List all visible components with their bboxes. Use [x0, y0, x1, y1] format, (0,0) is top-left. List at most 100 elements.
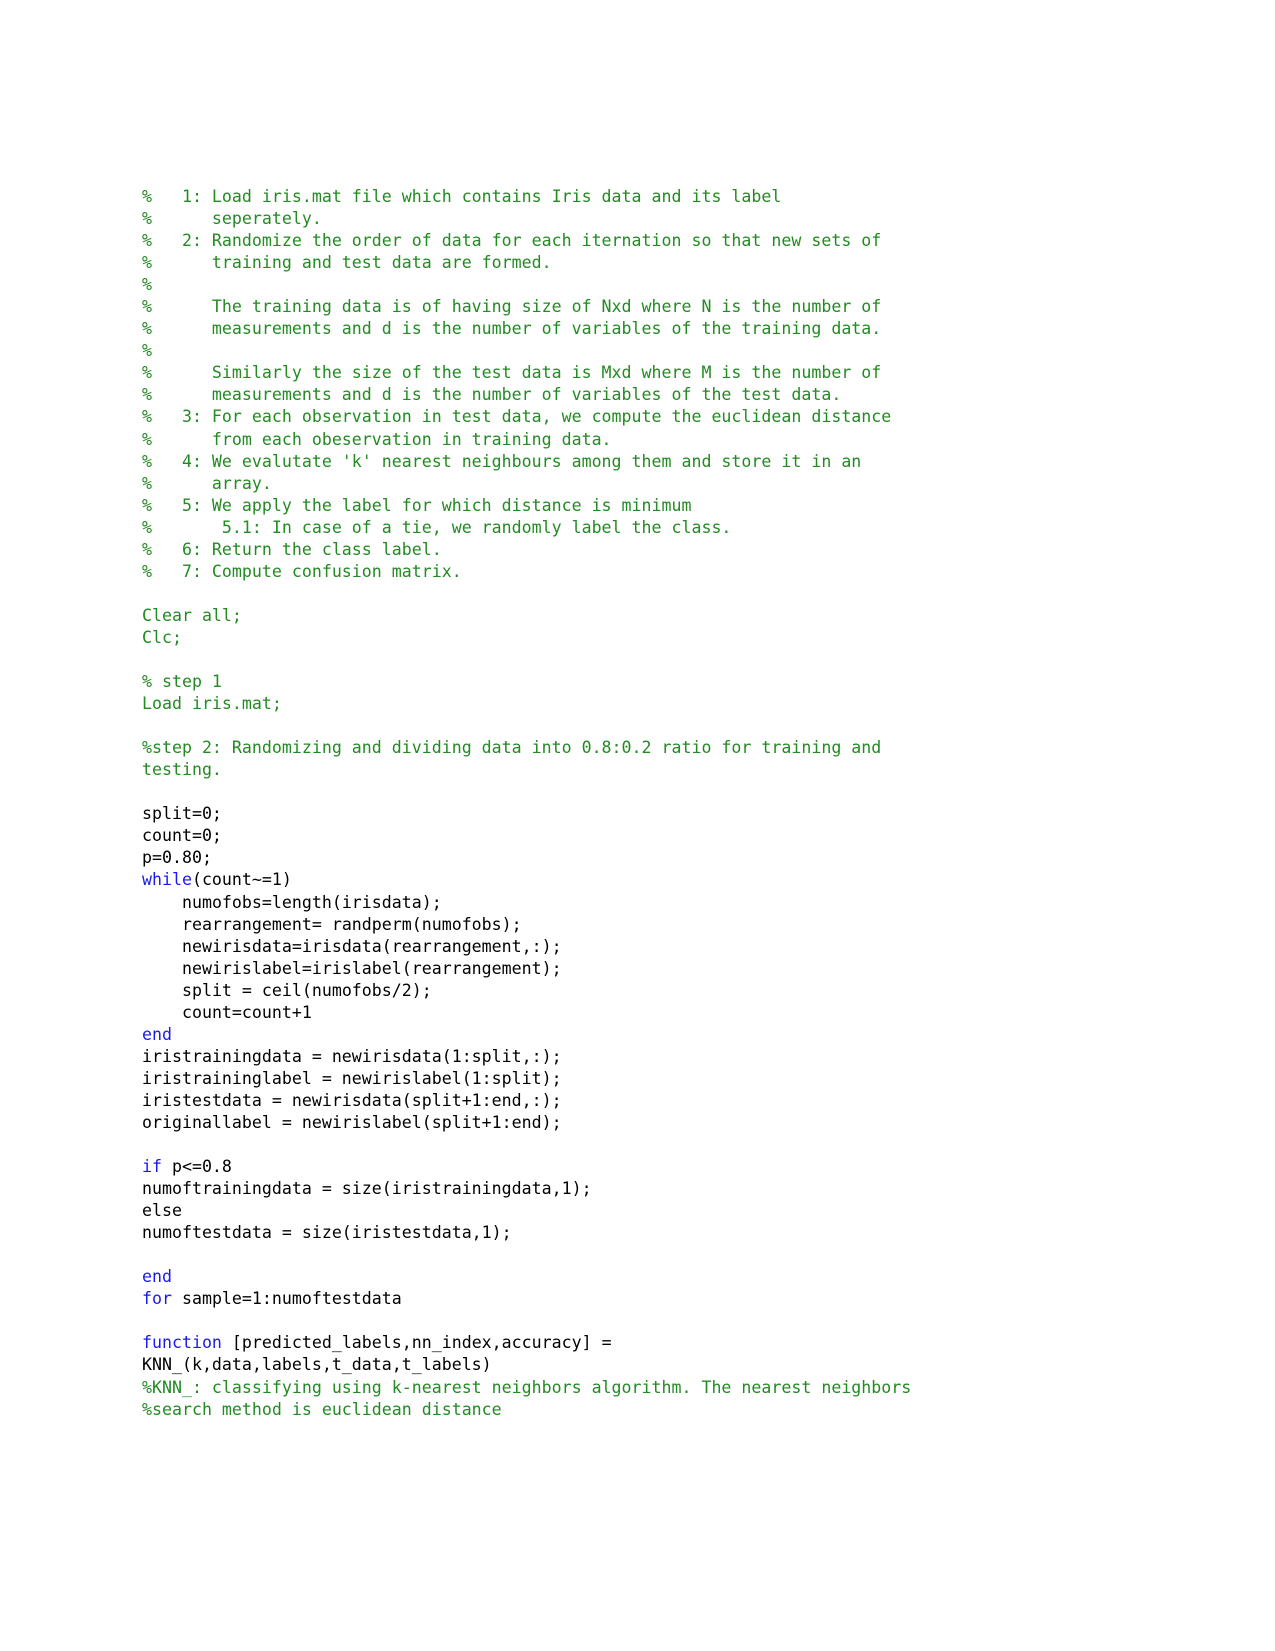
code-line-keyword: end: [142, 1266, 1142, 1288]
comment-text: %search method is euclidean distance: [142, 1399, 502, 1419]
code-text: numofobs=length(irisdata);: [142, 892, 442, 912]
code-line-statement: newirislabel=irislabel(rearrangement);: [142, 958, 1142, 980]
code-line-comment: % measurements and d is the number of va…: [142, 318, 1142, 340]
code-line-statement: else: [142, 1200, 1142, 1222]
code-text: numoftestdata = size(iristestdata,1);: [142, 1223, 512, 1243]
comment-text: % training and test data are formed.: [142, 253, 552, 273]
comment-text: % 4: We evalutate 'k' nearest neighbours…: [142, 451, 862, 471]
comment-text: testing.: [142, 760, 222, 780]
code-line-comment: % 2: Randomize the order of data for eac…: [142, 230, 1142, 252]
comment-text: % 7: Compute confusion matrix.: [142, 561, 462, 581]
code-line-comment: % from each obeservation in training dat…: [142, 429, 1142, 451]
code-text: iristestdata = newirisdata(split+1:end,:…: [142, 1090, 562, 1110]
code-line-comment: Clear all;: [142, 605, 1142, 627]
comment-text: % array.: [142, 473, 272, 493]
code-line-statement: rearrangement= randperm(numofobs);: [142, 914, 1142, 936]
code-line-keyword: if p<=0.8: [142, 1156, 1142, 1178]
code-line-comment: % 1: Load iris.mat file which contains I…: [142, 186, 1142, 208]
keyword-token: while: [142, 870, 192, 890]
comment-text: Clear all;: [142, 605, 242, 625]
comment-text: % measurements and d is the number of va…: [142, 385, 842, 405]
comment-text: % step 1: [142, 672, 222, 692]
code-text: p<=0.8: [161, 1157, 232, 1177]
code-line-keyword: while(count~=1): [142, 869, 1142, 891]
code-line-comment: Clc;: [142, 627, 1142, 649]
code-line-comment: Load iris.mat;: [142, 693, 1142, 715]
code-line-comment: %: [142, 340, 1142, 362]
code-line-statement: p=0.80;: [142, 847, 1142, 869]
comment-text: % Similarly the size of the test data is…: [142, 363, 882, 383]
code-line-comment: % 6: Return the class label.: [142, 539, 1142, 561]
comment-text: Load iris.mat;: [142, 694, 282, 714]
code-line-comment: % The training data is of having size of…: [142, 296, 1142, 318]
code-line-statement: iristrainingdata = newirisdata(1:split,:…: [142, 1046, 1142, 1068]
code-line-comment: % 7: Compute confusion matrix.: [142, 561, 1142, 583]
code-text: KNN_(k,data,labels,t_data,t_labels): [142, 1355, 492, 1375]
code-line-statement: iristraininglabel = newirislabel(1:split…: [142, 1068, 1142, 1090]
code-line-statement: split = ceil(numofobs/2);: [142, 980, 1142, 1002]
comment-text: %KNN_: classifying using k-nearest neigh…: [142, 1377, 912, 1397]
code-line-keyword: end: [142, 1024, 1142, 1046]
comment-text: %: [142, 341, 152, 361]
code-text: newirisdata=irisdata(rearrangement,:);: [142, 936, 562, 956]
keyword-token: for: [142, 1289, 172, 1309]
code-line-comment: % Similarly the size of the test data is…: [142, 362, 1142, 384]
code-line-comment: %KNN_: classifying using k-nearest neigh…: [142, 1377, 1142, 1399]
code-text: count=count+1: [142, 1002, 312, 1022]
code-text: split = ceil(numofobs/2);: [142, 980, 432, 1000]
comment-text: %step 2: Randomizing and dividing data i…: [142, 738, 882, 758]
comment-text: % measurements and d is the number of va…: [142, 319, 882, 339]
code-line-statement: split=0;: [142, 803, 1142, 825]
code-line-statement: numoftrainingdata = size(iristrainingdat…: [142, 1178, 1142, 1200]
code-line-keyword: function [predicted_labels,nn_index,accu…: [142, 1332, 1142, 1354]
code-line-comment: % 5.1: In case of a tie, we randomly lab…: [142, 517, 1142, 539]
comment-text: % 5.1: In case of a tie, we randomly lab…: [142, 517, 732, 537]
code-text: split=0;: [142, 804, 222, 824]
code-line-comment: testing.: [142, 759, 1142, 781]
code-text: newirislabel=irislabel(rearrangement);: [142, 958, 562, 978]
comment-text: % 2: Randomize the order of data for eac…: [142, 231, 882, 251]
keyword-token: if: [142, 1157, 162, 1177]
code-line-statement: count=count+1: [142, 1002, 1142, 1024]
code-line-statement: newirisdata=irisdata(rearrangement,:);: [142, 936, 1142, 958]
code-line-comment: %search method is euclidean distance: [142, 1399, 1142, 1421]
code-text: iristraininglabel = newirislabel(1:split…: [142, 1068, 562, 1088]
comment-text: %: [142, 275, 152, 295]
code-text: [predicted_labels,nn_index,accuracy] =: [221, 1333, 612, 1353]
code-line-statement: numofobs=length(irisdata);: [142, 892, 1142, 914]
code-line-comment: % 4: We evalutate 'k' nearest neighbours…: [142, 451, 1142, 473]
comment-text: % 1: Load iris.mat file which contains I…: [142, 187, 782, 206]
document-page: % 1: Load iris.mat file which contains I…: [0, 0, 1275, 1651]
code-line-comment: % array.: [142, 473, 1142, 495]
code-text: else: [142, 1201, 182, 1221]
comment-text: % seperately.: [142, 209, 322, 229]
code-text: count=0;: [142, 826, 222, 846]
code-line-comment: % measurements and d is the number of va…: [142, 384, 1142, 406]
comment-text: % The training data is of having size of…: [142, 297, 882, 317]
code-text: sample=1:numoftestdata: [171, 1289, 402, 1309]
code-line-keyword: for sample=1:numoftestdata: [142, 1288, 1142, 1310]
comment-text: % 3: For each observation in test data, …: [142, 407, 892, 427]
keyword-token: end: [142, 1024, 172, 1044]
keyword-token: end: [142, 1267, 172, 1287]
comment-text: Clc;: [142, 627, 182, 647]
code-line-comment: % seperately.: [142, 208, 1142, 230]
code-line-comment: % training and test data are formed.: [142, 252, 1142, 274]
code-text: iristrainingdata = newirisdata(1:split,:…: [142, 1046, 562, 1066]
comment-text: % 5: We apply the label for which distan…: [142, 495, 692, 515]
code-line-statement: KNN_(k,data,labels,t_data,t_labels): [142, 1354, 1142, 1376]
code-line-statement: count=0;: [142, 825, 1142, 847]
code-line-comment: %: [142, 274, 1142, 296]
code-line-comment: % step 1: [142, 671, 1142, 693]
code-line-statement: iristestdata = newirisdata(split+1:end,:…: [142, 1090, 1142, 1112]
code-text: (count~=1): [191, 870, 292, 890]
keyword-token: function: [142, 1333, 222, 1353]
code-line-comment: % 5: We apply the label for which distan…: [142, 495, 1142, 517]
